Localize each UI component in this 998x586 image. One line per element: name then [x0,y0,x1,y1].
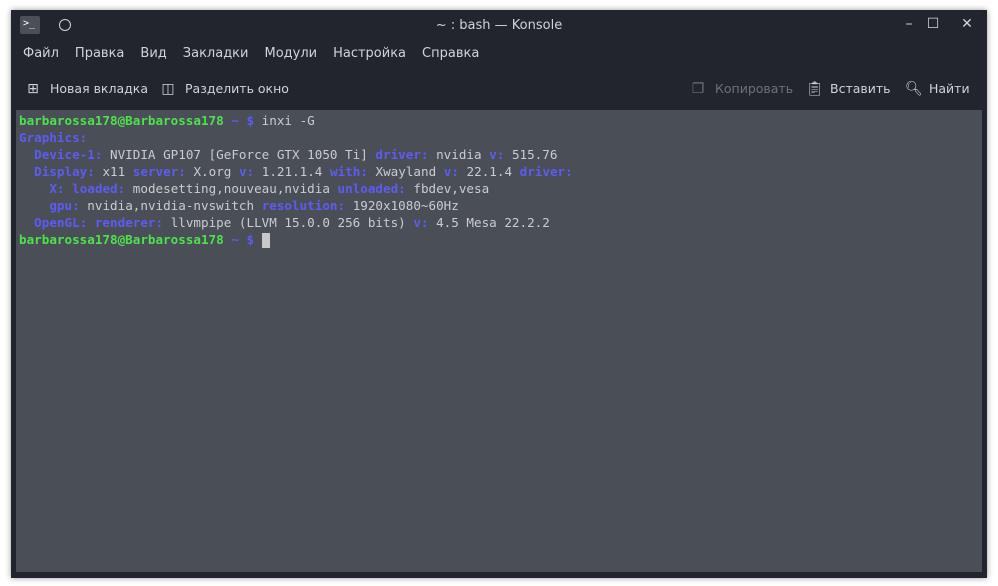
find-button[interactable]: 🔍︎ Найти [905,81,970,96]
minimize-button[interactable]: – [899,16,919,32]
find-label: Найти [929,81,970,96]
prompt-line: barbarossa178@Barbarossa178 ~ $ [19,231,979,248]
menu-settings[interactable]: Настройка [333,46,406,61]
value: 1.21.1.4 [261,164,323,179]
key: resolution: [261,198,346,213]
key: v: [413,215,429,230]
copy-icon: ❐ [691,80,705,97]
split-view-label: Разделить окно [185,81,289,96]
value: modesetting,nouveau,nvidia [132,181,330,196]
output-line: Display: x11 server: X.org v: 1.21.1.4 w… [19,163,979,180]
copy-label: Копировать [715,81,794,96]
value: x11 [102,164,126,179]
value: 1920x1080~60Hz [352,198,459,213]
search-icon: 🔍︎ [905,80,923,97]
value: nvidia,nvidia-nvswitch [87,198,255,213]
value: nvidia [436,147,482,162]
key: Device-1: [34,147,103,162]
title-bar: >_ ~ : bash — Konsole – ☐ ✕ [11,10,987,42]
key: gpu: [49,198,80,213]
new-tab-button[interactable]: ⊞ Новая вкладка [26,81,148,96]
output-line: X: loaded: modesetting,nouveau,nvidia un… [19,180,979,197]
window-title: ~ : bash — Konsole [435,18,563,33]
new-tab-icon: ⊞ [27,80,39,97]
key: v: [443,164,459,179]
konsole-window: >_ ~ : bash — Konsole – ☐ ✕ Файл Правка Ви… [11,10,987,578]
copy-button[interactable]: ❐ Копировать [691,81,793,96]
value: fbdev,vesa [413,181,490,196]
value: Xwayland [375,164,437,179]
menu-view[interactable]: Вид [140,46,166,61]
menu-help[interactable]: Справка [422,46,479,61]
value: 22.1.4 [466,164,513,179]
prompt-path: ~ $ [231,232,255,247]
key: renderer: [94,215,164,230]
menu-edit[interactable]: Правка [75,46,124,61]
value: X.org [193,164,232,179]
close-button[interactable]: ✕ [957,16,977,32]
maximize-button[interactable]: ☐ [923,16,943,32]
value: 4.5 Mesa 22.2.2 [436,215,550,230]
menu-file[interactable]: Файл [23,46,59,61]
prompt-user: barbarossa178@Barbarossa178 [19,232,224,247]
key: unloaded: [337,181,406,196]
key: v: [489,147,505,162]
scrollbar[interactable] [977,110,982,572]
new-tab-label: Новая вкладка [50,81,148,96]
paste-label: Вставить [830,81,891,96]
value: NVIDIA GP107 [GeForce GTX 1050 Ti] [110,147,368,162]
toolbar: ⊞ Новая вкладка ◫ Разделить окно ❐ Копирова… [11,78,987,102]
key: driver: [375,147,429,162]
output-line: gpu: nvidia,nvidia-nvswitch resolution: … [19,197,979,214]
output-line: OpenGL: renderer: llvmpipe (LLVM 15.0.0 … [19,214,979,231]
text-cursor [261,233,270,248]
key: with: [330,164,368,179]
prompt-user: barbarossa178@Barbarossa178 [19,113,224,128]
menu-bookmarks[interactable]: Закладки [183,46,249,61]
prompt-line: barbarossa178@Barbarossa178 ~ $ inxi -G [19,112,979,129]
clipboard-icon: 📋︎ [806,80,824,97]
section-header: Graphics: [19,130,88,145]
key: OpenGL: [34,215,88,230]
key: X: [49,181,65,196]
key: server: [132,164,186,179]
prompt-path: ~ $ [231,113,255,128]
output-line: Device-1: NVIDIA GP107 [GeForce GTX 1050… [19,146,979,163]
split-view-button[interactable]: ◫ Разделить окно [161,81,289,96]
value: llvmpipe (LLVM 15.0.0 256 bits) [170,215,406,230]
key: v: [238,164,255,179]
menu-plugins[interactable]: Модули [264,46,317,61]
menu-bar: Файл Правка Вид Закладки Модули Настройка Спра… [11,46,483,66]
key: loaded: [72,181,126,196]
terminal-output[interactable]: barbarossa178@Barbarossa178 ~ $ inxi -G … [16,110,982,572]
split-view-icon: ◫ [161,80,175,97]
paste-button[interactable]: 📋︎ Вставить [806,81,891,96]
key: driver: [519,164,573,179]
command: inxi -G [261,113,315,128]
key: Display: [34,164,95,179]
value: 515.76 [511,147,558,162]
output-line: Graphics: [19,129,979,146]
